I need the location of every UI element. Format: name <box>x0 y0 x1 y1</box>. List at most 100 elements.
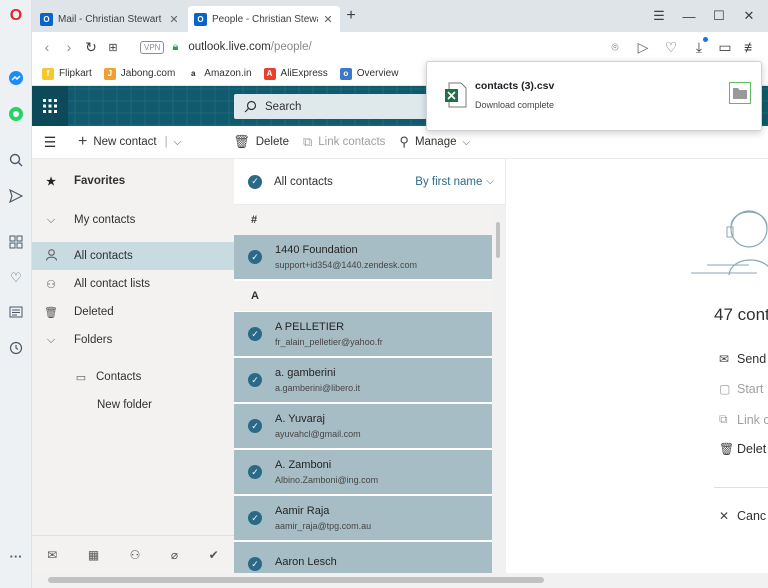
row-checkbox[interactable]: ✓ <box>248 557 262 571</box>
bookmark-amazon[interactable]: a Amazon.in <box>187 67 252 80</box>
more-icon[interactable]: ··· <box>6 546 26 566</box>
url-field[interactable]: outlook.live.com/people/ <box>188 41 311 53</box>
heart-icon[interactable]: ♡ <box>660 39 682 56</box>
news-icon[interactable] <box>6 302 26 322</box>
forward-icon[interactable]: › <box>58 39 80 55</box>
todo-icon[interactable]: ✔ <box>209 548 219 562</box>
tab-menu-icon[interactable]: ☰ <box>644 6 674 26</box>
whatsapp-icon[interactable] <box>6 104 26 124</box>
url-host: outlook.live.com <box>188 41 271 53</box>
settings-icon[interactable]: ≢ <box>740 39 762 55</box>
mail-icon: ✉ <box>719 352 730 366</box>
row-checkbox[interactable]: ✓ <box>248 373 262 387</box>
contact-row[interactable]: ✓ A. Yuvaraj ayuvahcl@gmail.com <box>234 404 492 449</box>
bookmark-flipkart[interactable]: f Flipkart <box>42 67 92 80</box>
row-checkbox[interactable]: ✓ <box>248 465 262 479</box>
speed-dial-icon[interactable] <box>6 232 26 252</box>
list-header: ✓ All contacts By first name ⌵ <box>234 159 505 205</box>
tab-mail[interactable]: O Mail - Christian Stewart - O ✕ <box>34 6 186 32</box>
maximize-button[interactable]: ☐ <box>704 6 734 26</box>
contact-row[interactable]: ✓ A PELLETIER fr_alain_pelletier@yahoo.fr <box>234 312 492 357</box>
row-checkbox[interactable]: ✓ <box>248 250 262 264</box>
person-icon <box>44 248 58 264</box>
history-icon[interactable] <box>6 338 26 358</box>
row-checkbox[interactable]: ✓ <box>248 419 262 433</box>
new-contact-button[interactable]: + New contact <box>78 133 157 151</box>
app-launcher-icon[interactable] <box>32 86 68 126</box>
tab-strip: O Mail - Christian Stewart - O ✕ O Peopl… <box>32 0 768 32</box>
opera-sidebar: O ♡ ··· <box>0 0 32 588</box>
vpn-badge[interactable]: VPN <box>140 40 165 54</box>
chevron-down-icon[interactable]: ⌵ <box>486 176 494 187</box>
close-icon[interactable]: ✕ <box>168 13 180 26</box>
nav-favorites[interactable]: ★ Favorites <box>32 167 234 195</box>
contact-row[interactable]: ✓ 1440 Foundation support+id354@1440.zende… <box>234 235 492 280</box>
row-checkbox[interactable]: ✓ <box>248 511 262 525</box>
delete-button[interactable]: 🗑︎ Delete <box>233 134 289 150</box>
contact-name: a. gamberini <box>275 367 336 379</box>
messenger-icon[interactable] <box>6 68 26 88</box>
contact-name: 1440 Foundation <box>275 244 358 256</box>
download-file-name[interactable]: contacts (3).csv <box>475 80 554 92</box>
close-icon[interactable]: ✕ <box>322 13 334 26</box>
close-window-button[interactable]: ✕ <box>734 6 764 26</box>
reload-icon[interactable]: ↻ <box>80 39 102 56</box>
contact-row[interactable]: ✓ Aaron Lesch <box>234 542 492 573</box>
link-contacts-button[interactable]: ⧉ Link contacts <box>303 134 385 150</box>
contact-email: Albino.Zamboni@ing.com <box>275 475 379 485</box>
plus-icon: + <box>78 133 88 150</box>
list-scrollbar-thumb[interactable] <box>496 222 500 258</box>
action-label: Link c <box>737 412 768 427</box>
speed-dial-icon[interactable]: ⊞ <box>102 41 124 54</box>
tab-title: Mail - Christian Stewart - O <box>58 13 164 25</box>
contact-row[interactable]: ✓ a. gamberini a.gamberini@libero.it <box>234 358 492 403</box>
nav-new-folder[interactable]: New folder <box>32 391 234 419</box>
bookmark-jabong[interactable]: J Jabong.com <box>103 67 175 80</box>
bookmark-overview[interactable]: o Overview <box>339 67 398 80</box>
send-email-action[interactable]: ✉ Send <box>719 352 766 366</box>
search-input[interactable]: Search <box>234 94 434 119</box>
download-icon[interactable]: ⤓ <box>688 36 710 56</box>
share-icon[interactable]: ▷ <box>632 39 654 56</box>
page-scrollbar-thumb[interactable] <box>48 577 544 583</box>
nav-all-contact-lists[interactable]: ⚇ All contact lists <box>32 270 234 298</box>
nav-folders[interactable]: ⌵ Folders <box>32 326 234 354</box>
sort-dropdown[interactable]: By first name <box>415 176 482 188</box>
delete-action[interactable]: 🗑︎ Delet <box>719 442 766 456</box>
nav-label: New folder <box>97 399 152 411</box>
contact-row[interactable]: ✓ A. Zamboni Albino.Zamboni@ing.com <box>234 450 492 495</box>
link-contacts-action[interactable]: ⧉ Link c <box>719 412 768 427</box>
people-icon[interactable]: ⚇ <box>130 548 141 562</box>
opera-logo-icon[interactable]: O <box>6 6 26 26</box>
tab-people[interactable]: O People - Christian Stewart - ✕ <box>188 6 340 32</box>
new-tab-button[interactable]: + <box>336 6 366 26</box>
list-scrollbar[interactable] <box>492 205 506 573</box>
search-icon[interactable] <box>6 150 26 170</box>
new-contact-label: New contact <box>93 136 157 148</box>
minimize-button[interactable]: — <box>674 6 704 26</box>
manage-button[interactable]: ⚲ Manage ⌵ <box>399 134 470 150</box>
nav-contacts-folder[interactable]: ▭ Contacts <box>32 363 234 391</box>
back-icon[interactable]: ‹ <box>36 39 58 55</box>
bookmark-aliexpress[interactable]: A AliExpress <box>263 67 328 80</box>
contact-row[interactable]: ✓ Aamir Raja aamir_raja@tpg.com.au <box>234 496 492 541</box>
attachment-icon[interactable]: ⌀ <box>171 548 178 562</box>
battery-icon[interactable]: ▭ <box>714 39 736 56</box>
cancel-action[interactable]: ✕ Canc <box>719 509 766 523</box>
calendar-icon[interactable]: ▦ <box>88 548 99 562</box>
nav-my-contacts[interactable]: ⌵ My contacts <box>32 206 234 234</box>
camera-icon[interactable]: ⌾ <box>604 40 626 55</box>
heart-icon[interactable]: ♡ <box>6 268 26 288</box>
lock-icon[interactable]: 🔒︎ <box>172 41 178 54</box>
row-checkbox[interactable]: ✓ <box>248 327 262 341</box>
mail-icon[interactable]: ✉ <box>47 548 57 562</box>
chevron-down-icon[interactable]: ⌵ <box>174 137 182 148</box>
send-icon[interactable] <box>6 186 26 206</box>
select-all-checkbox[interactable]: ✓ <box>248 174 262 189</box>
contact-email: ayuvahcl@gmail.com <box>275 429 361 439</box>
open-folder-button[interactable] <box>729 82 751 104</box>
start-chat-action[interactable]: ▢ Start <box>719 382 763 396</box>
hamburger-menu-icon[interactable]: ☰ <box>32 134 68 151</box>
nav-all-contacts[interactable]: All contacts <box>32 242 234 270</box>
nav-deleted[interactable]: 🗑︎ Deleted <box>32 298 234 326</box>
